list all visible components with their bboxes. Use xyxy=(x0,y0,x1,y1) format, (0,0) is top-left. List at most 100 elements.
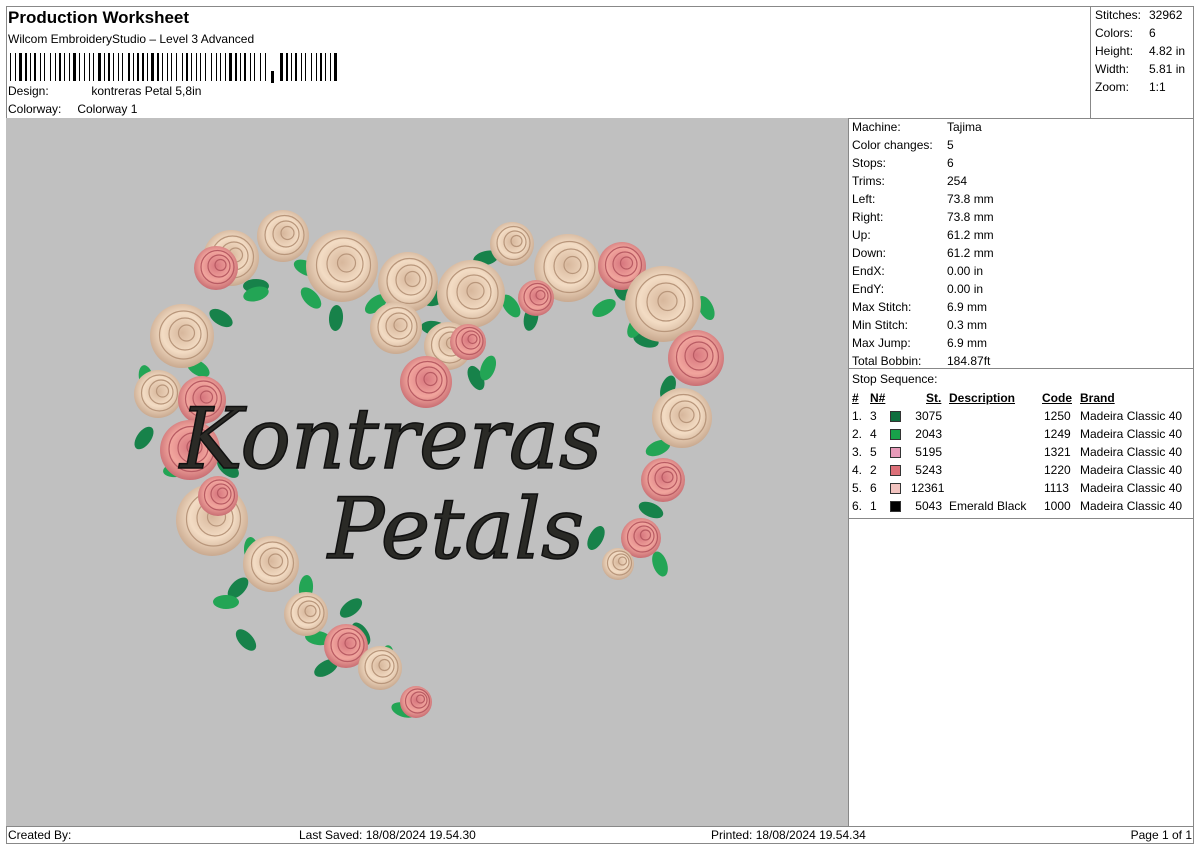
barcode-bar xyxy=(211,53,212,81)
cell-num: 2. xyxy=(852,427,863,441)
leaf-icon xyxy=(592,299,616,317)
cell-code: 1321 xyxy=(1044,445,1071,459)
design-preview: Kontreras Petals xyxy=(6,118,848,826)
cell-num: 3. xyxy=(852,445,863,459)
info-value: 254 xyxy=(947,174,968,188)
color-swatch xyxy=(890,483,901,494)
barcode-bar xyxy=(44,53,45,81)
rose-icon xyxy=(370,302,422,354)
cell-brand: Madeira Classic 40 xyxy=(1080,445,1183,459)
info-row: Up: 61.2 mm xyxy=(852,226,994,244)
design-summary: Stitches: 32962 Colors: 6 Height: 4.82 in W… xyxy=(1090,6,1194,118)
barcode-image xyxy=(10,53,337,83)
barcode-bar xyxy=(244,53,246,81)
worksheet-header: Production Worksheet Wilcom EmbroiderySt… xyxy=(6,6,1091,118)
height-value: 4.82 in xyxy=(1149,44,1186,58)
info-value: Tajima xyxy=(947,120,982,134)
barcode-bar xyxy=(280,53,283,81)
stitches-row: Stitches: 32962 xyxy=(1095,8,1182,22)
color-swatch xyxy=(890,447,901,458)
info-row: Trims: 254 xyxy=(852,172,967,190)
barcode-bar xyxy=(64,53,65,81)
stop-sequence-caption: Stop Sequence: xyxy=(852,372,938,386)
cell-n: 4 xyxy=(870,427,877,441)
barcode-bar xyxy=(108,53,110,81)
cell-brand: Madeira Classic 40 xyxy=(1080,427,1183,441)
software-name: Wilcom EmbroideryStudio – Level 3 Advanc… xyxy=(8,32,255,46)
info-row: Left: 73.8 mm xyxy=(852,190,994,208)
leaf-icon xyxy=(328,305,344,331)
design-label: Design: xyxy=(8,84,49,98)
header-description: Description xyxy=(949,391,1016,405)
colors-row: Colors: 6 xyxy=(1095,26,1156,40)
barcode-bar xyxy=(311,53,312,81)
rose-icon xyxy=(306,230,378,302)
cell-num: 1. xyxy=(852,409,863,423)
info-label: Down: xyxy=(852,246,887,260)
barcode-bar xyxy=(320,53,322,81)
design-value: kontreras Petal 5,8in xyxy=(91,84,202,98)
color-swatch xyxy=(890,501,901,512)
height-label: Height: xyxy=(1095,44,1134,58)
info-row: Max Stitch: 6.9 mm xyxy=(852,298,987,316)
table-row: 2. 4 2043 1249 Madeira Classic 40 xyxy=(849,425,1195,443)
barcode-bar xyxy=(162,53,163,81)
cell-st: 5043 xyxy=(915,499,942,513)
barcode-bar xyxy=(301,53,302,81)
design-text-line2: Petals xyxy=(326,480,584,578)
printed-date: Printed: 18/08/2024 19.54.34 xyxy=(711,828,866,842)
barcode-bar xyxy=(200,53,201,81)
colors-label: Colors: xyxy=(1095,26,1134,40)
barcode-bar xyxy=(19,53,22,81)
zoom-value: 1:1 xyxy=(1149,80,1166,94)
info-row: EndX: 0.00 in xyxy=(852,262,983,280)
rose-icon xyxy=(490,222,534,266)
rose-icon xyxy=(625,266,701,342)
cell-n: 2 xyxy=(870,463,877,477)
leaf-icon xyxy=(134,426,154,450)
info-value: 73.8 mm xyxy=(947,192,994,206)
barcode-bar xyxy=(220,53,221,81)
rose-icon xyxy=(450,324,486,360)
colorway-label: Colorway: xyxy=(8,102,62,116)
barcode-bar xyxy=(98,53,101,81)
design-name-row: Design: kontreras Petal 5,8in xyxy=(8,84,201,98)
stitches-label: Stitches: xyxy=(1095,8,1142,22)
barcode-bar xyxy=(196,53,197,81)
barcode-bar xyxy=(182,53,183,81)
barcode-bar xyxy=(260,53,261,81)
last-saved: Last Saved: 18/08/2024 19.54.30 xyxy=(299,828,476,842)
rose-icon xyxy=(194,246,238,290)
info-value: 6 xyxy=(947,156,954,170)
barcode-bar xyxy=(40,53,41,81)
cell-code: 1220 xyxy=(1044,463,1071,477)
color-swatch xyxy=(890,429,901,440)
rose-icon xyxy=(400,686,432,718)
info-row: Right: 73.8 mm xyxy=(852,208,994,226)
stop-sequence-table: Stop Sequence: # N# St. Description Code… xyxy=(848,368,1194,518)
rose-icon xyxy=(134,370,182,418)
cell-n: 6 xyxy=(870,481,877,495)
stitches-value: 32962 xyxy=(1149,8,1183,22)
barcode-bar xyxy=(305,53,306,81)
width-row: Width: 5.81 in xyxy=(1095,62,1185,76)
leaf-icon xyxy=(235,629,257,651)
barcode-bar xyxy=(151,53,154,81)
barcode-bar xyxy=(30,53,31,81)
cell-brand: Madeira Classic 40 xyxy=(1080,481,1183,495)
header-brand: Brand xyxy=(1080,391,1115,405)
barcode-bar xyxy=(137,53,139,81)
barcode-bar xyxy=(34,53,36,81)
cell-brand: Madeira Classic 40 xyxy=(1080,499,1183,513)
color-swatch xyxy=(890,411,901,422)
width-label: Width: xyxy=(1095,62,1130,76)
info-label: Stops: xyxy=(852,156,887,170)
color-swatch xyxy=(890,465,901,476)
barcode-bar xyxy=(286,53,288,81)
barcode-bar xyxy=(10,53,11,81)
info-value: 0.00 in xyxy=(947,264,984,278)
page-title: Production Worksheet xyxy=(8,8,190,27)
leaf-icon xyxy=(587,526,605,550)
rose-icon xyxy=(284,592,328,636)
cell-n: 3 xyxy=(870,409,877,423)
